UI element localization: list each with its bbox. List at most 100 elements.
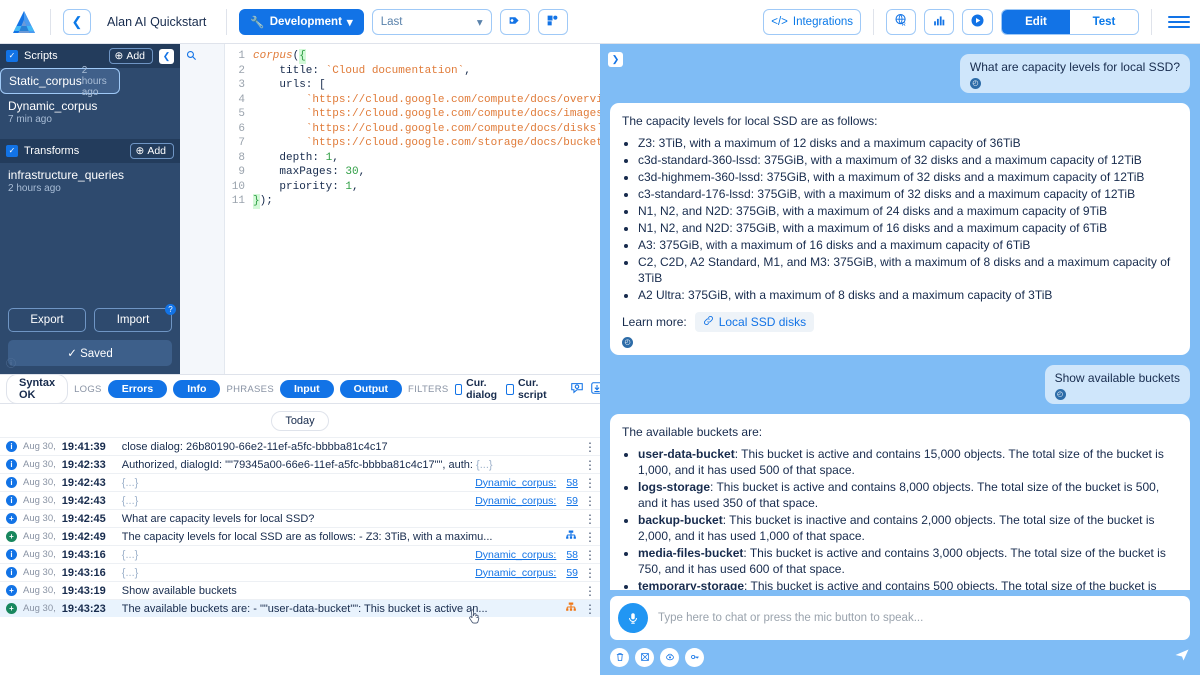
transforms-header: ✓ Transforms ⊕ Add <box>0 139 180 163</box>
run-button[interactable] <box>962 9 993 35</box>
tab-edit[interactable]: Edit <box>1002 10 1070 34</box>
question-mark-icon[interactable]: ? <box>165 304 176 315</box>
alan-ai-logo-icon[interactable] <box>10 9 38 35</box>
row-menu-button[interactable]: ⋮ <box>584 551 594 559</box>
row-menu-button[interactable]: ⋮ <box>584 587 594 595</box>
region-button[interactable]: R <box>886 9 916 35</box>
line-number: 1 <box>225 49 253 64</box>
log-row[interactable]: iAug 30,19:42:33Authorized, dialogId: ""… <box>0 455 600 473</box>
log-source-line[interactable]: 58 <box>566 477 578 489</box>
log-source-link[interactable]: Dynamic_corpus: <box>475 549 556 561</box>
code-token: `https://cloud.google.com/compute/docs/i… <box>306 107 600 122</box>
search-dialog-icon[interactable] <box>570 381 584 398</box>
search-icon[interactable] <box>186 52 197 64</box>
log-row[interactable]: +Aug 30,19:43:23The available buckets ar… <box>0 599 600 617</box>
row-menu-button[interactable]: ⋮ <box>584 605 594 613</box>
chat-bot-list-item: c3d-highmem-360-lssd: 375GiB, with a max… <box>638 169 1178 185</box>
log-row[interactable]: iAug 30,19:43:16{...}Dynamic_corpus:59⋮ <box>0 563 600 581</box>
chat-bot-intro: The available buckets are: <box>622 424 1178 440</box>
clock-icon[interactable]: ◴ <box>622 337 633 348</box>
checkbox-checked-icon[interactable]: ✓ <box>6 50 18 62</box>
import-button[interactable]: Import ? <box>94 308 172 332</box>
divider <box>50 9 51 35</box>
microphone-icon[interactable] <box>618 603 648 633</box>
tree-icon-blue[interactable] <box>564 529 578 544</box>
log-json-collapsed[interactable]: {...} <box>476 459 493 471</box>
log-row[interactable]: iAug 30,19:42:43{...}Dynamic_corpus:58⋮ <box>0 473 600 491</box>
log-source-line[interactable]: 59 <box>566 495 578 507</box>
tab-test[interactable]: Test <box>1070 10 1138 34</box>
chat-input-placeholder[interactable]: Type here to chat or press the mic butto… <box>658 612 923 624</box>
expand-chat-button[interactable]: ❯ <box>608 52 623 67</box>
back-button[interactable]: ❮ <box>63 9 91 35</box>
logs-list[interactable]: Today iAug 30,19:41:39close dialog: 26b8… <box>0 404 600 675</box>
row-menu-button[interactable]: ⋮ <box>584 479 594 487</box>
log-time: 19:42:49 <box>62 531 106 543</box>
filter-pill-info[interactable]: Info <box>173 380 220 398</box>
eye-icon[interactable] <box>660 648 679 667</box>
analytics-button[interactable] <box>924 9 954 35</box>
key-icon[interactable] <box>685 648 704 667</box>
log-source-link[interactable]: Dynamic_corpus: <box>475 567 556 579</box>
tree-icon-orange[interactable] <box>564 601 578 616</box>
edit-test-toggle[interactable]: Edit Test <box>1001 9 1139 35</box>
log-time: 19:41:39 <box>62 441 106 453</box>
hamburger-menu-icon[interactable] <box>1168 16 1190 28</box>
checkbox-checked-icon[interactable]: ✓ <box>6 145 18 157</box>
row-menu-button[interactable]: ⋮ <box>584 461 594 469</box>
output-phrase-icon: + <box>6 531 17 542</box>
collapse-sidebar-button[interactable]: ❮ <box>159 49 174 64</box>
shuffle-icon[interactable] <box>635 648 654 667</box>
learn-more-link[interactable]: Local SSD disks <box>695 312 814 332</box>
deploy-button[interactable] <box>500 9 530 35</box>
sidebar-item-infrastructure-queries[interactable]: infrastructure_queries 2 hours ago <box>0 163 180 200</box>
chat-input-row[interactable]: Type here to chat or press the mic butto… <box>610 596 1190 640</box>
log-source-link[interactable]: Dynamic_corpus: <box>475 477 556 489</box>
script-time: 7 min ago <box>8 114 172 125</box>
log-row[interactable]: +Aug 30,19:42:49The capacity levels for … <box>0 527 600 545</box>
integrations-button[interactable]: </> Integrations <box>763 9 861 35</box>
copy-blocks-button[interactable] <box>538 9 568 35</box>
chat-input-area: Type here to chat or press the mic butto… <box>600 590 1200 675</box>
row-menu-button[interactable]: ⋮ <box>584 443 594 451</box>
logs-date-separator: Today <box>0 404 600 437</box>
row-menu-button[interactable]: ⋮ <box>584 515 594 523</box>
trash-icon[interactable] <box>610 648 629 667</box>
log-row[interactable]: iAug 30,19:42:43{...}Dynamic_corpus:59⋮ <box>0 491 600 509</box>
clock-icon[interactable]: ◴ <box>1055 389 1066 400</box>
row-menu-button[interactable]: ⋮ <box>584 533 594 541</box>
environment-label: Development <box>270 16 342 28</box>
log-row[interactable]: +Aug 30,19:43:19Show available buckets⋮ <box>0 581 600 599</box>
filter-cur-dialog-checkbox[interactable]: Cur. dialog <box>455 377 501 401</box>
send-icon[interactable] <box>1174 647 1190 667</box>
log-row[interactable]: iAug 30,19:43:16{...}Dynamic_corpus:58⋮ <box>0 545 600 563</box>
add-script-button[interactable]: ⊕ Add <box>109 48 154 64</box>
filter-pill-input[interactable]: Input <box>280 380 334 398</box>
code-editor[interactable]: 1corpus({2 title: `Cloud documentation`,… <box>225 44 600 374</box>
code-line: 1corpus({ <box>225 49 600 64</box>
log-source-line[interactable]: 59 <box>566 567 578 579</box>
chat-messages[interactable]: What are capacity levels for local SSD?◴… <box>600 44 1200 590</box>
code-token: ( <box>293 49 300 64</box>
log-message: Show available buckets <box>112 585 578 597</box>
row-menu-button[interactable]: ⋮ <box>584 569 594 577</box>
clock-icon[interactable]: ◴ <box>970 78 981 89</box>
log-source-line[interactable]: 58 <box>566 549 578 561</box>
filter-cur-script-checkbox[interactable]: Cur. script <box>506 377 550 401</box>
filter-pill-output[interactable]: Output <box>340 380 402 398</box>
filter-pill-errors[interactable]: Errors <box>108 380 168 398</box>
info-icon[interactable]: ⓘ <box>6 355 16 370</box>
row-menu-button[interactable]: ⋮ <box>584 497 594 505</box>
log-row[interactable]: iAug 30,19:41:39close dialog: 26b80190-6… <box>0 437 600 455</box>
sidebar-item-dynamic-corpus[interactable]: Dynamic_corpus 7 min ago <box>0 94 180 131</box>
log-date: Aug 30, <box>23 459 56 470</box>
environment-dropdown[interactable]: 🔧 Development ▾ <box>239 9 363 35</box>
version-select[interactable]: Last ▾ <box>372 9 492 35</box>
export-button[interactable]: Export <box>8 308 86 332</box>
chat-bot-list-item: N1, N2, and N2D: 375GiB, with a maximum … <box>638 220 1178 236</box>
log-row[interactable]: +Aug 30,19:42:45What are capacity levels… <box>0 509 600 527</box>
log-source-link[interactable]: Dynamic_corpus: <box>475 495 556 507</box>
add-transform-button[interactable]: ⊕ Add <box>130 143 175 159</box>
sidebar-item-static-corpus[interactable]: Static_corpus 2 hours ago <box>0 68 120 94</box>
saved-button[interactable]: ✓ Saved <box>8 340 172 366</box>
